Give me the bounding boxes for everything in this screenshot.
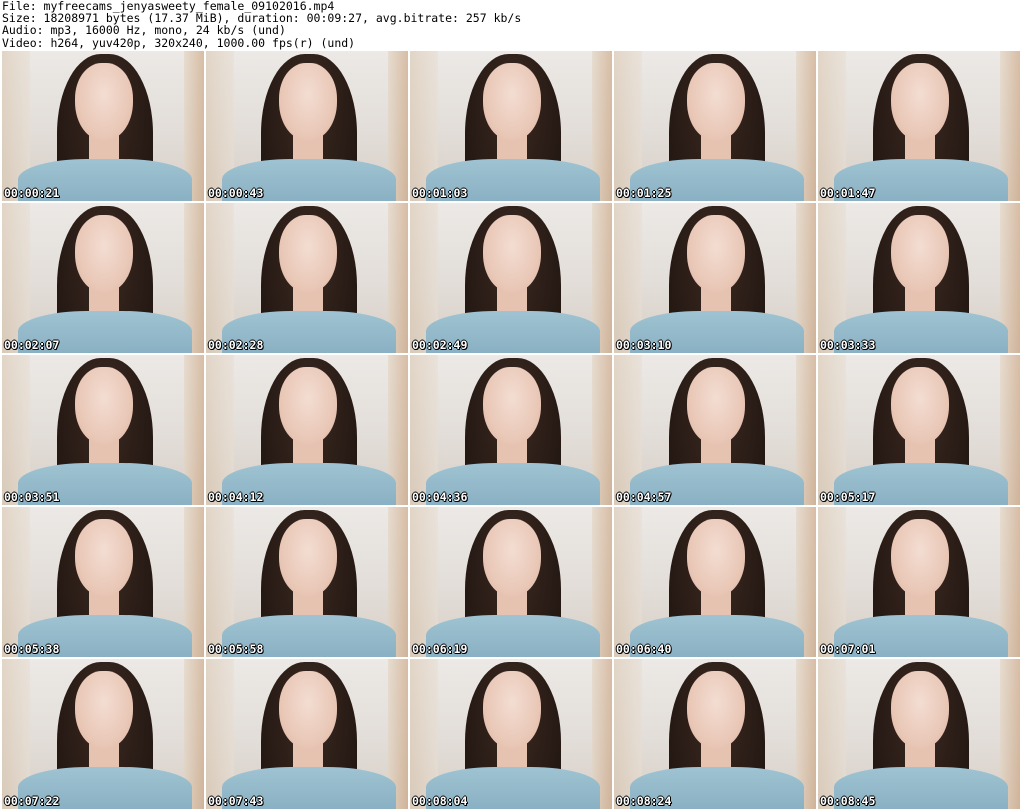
video-frame-thumbnail: 00:02:28 <box>206 203 408 353</box>
frame-timestamp: 00:02:49 <box>412 338 468 352</box>
frame-face <box>482 367 542 445</box>
video-frame-thumbnail: 00:06:19 <box>410 507 612 657</box>
video-frame-thumbnail: 00:01:03 <box>410 51 612 201</box>
video-frame-thumbnail: 00:03:51 <box>2 355 204 505</box>
video-frame-thumbnail: 00:00:21 <box>2 51 204 201</box>
video-frame-thumbnail: 00:06:40 <box>614 507 816 657</box>
video-frame-thumbnail: 00:08:24 <box>614 659 816 809</box>
frame-face <box>482 63 542 141</box>
video-frame-thumbnail: 00:05:17 <box>818 355 1020 505</box>
frame-face <box>686 367 746 445</box>
frame-face <box>686 671 746 749</box>
frame-timestamp: 00:03:33 <box>820 338 876 352</box>
frame-face <box>278 367 338 445</box>
video-frame-thumbnail: 00:04:57 <box>614 355 816 505</box>
thumbnail-grid: 00:00:21 00:00:43 00:01:03 00:01:25 00:01:47… <box>2 51 1020 809</box>
frame-timestamp: 00:01:03 <box>412 186 468 200</box>
audio-info-line: Audio: mp3, 16000 Hz, mono, 24 kb/s (und… <box>2 23 286 38</box>
video-frame-thumbnail: 00:08:45 <box>818 659 1020 809</box>
video-frame-thumbnail: 00:03:10 <box>614 203 816 353</box>
video-frame-thumbnail: 00:07:01 <box>818 507 1020 657</box>
video-frame-thumbnail: 00:07:22 <box>2 659 204 809</box>
frame-face <box>686 63 746 141</box>
frame-timestamp: 00:00:21 <box>4 186 60 200</box>
file-info-header: File: myfreecams_jenyasweety_female_0910… <box>2 0 521 49</box>
frame-face <box>278 63 338 141</box>
video-frame-thumbnail: 00:05:38 <box>2 507 204 657</box>
frame-face <box>890 63 950 141</box>
frame-timestamp: 00:07:22 <box>4 794 60 808</box>
frame-face <box>74 215 134 293</box>
frame-timestamp: 00:02:28 <box>208 338 264 352</box>
frame-timestamp: 00:08:45 <box>820 794 876 808</box>
frame-face <box>686 215 746 293</box>
frame-face <box>482 519 542 597</box>
frame-face <box>890 519 950 597</box>
frame-timestamp: 00:03:10 <box>616 338 672 352</box>
frame-timestamp: 00:02:07 <box>4 338 60 352</box>
frame-timestamp: 00:04:57 <box>616 490 672 504</box>
frame-face <box>74 671 134 749</box>
frame-face <box>74 519 134 597</box>
frame-face <box>278 215 338 293</box>
frame-timestamp: 00:05:58 <box>208 642 264 656</box>
frame-face <box>74 63 134 141</box>
video-frame-thumbnail: 00:01:25 <box>614 51 816 201</box>
frame-face <box>482 671 542 749</box>
frame-timestamp: 00:07:43 <box>208 794 264 808</box>
frame-face <box>890 367 950 445</box>
frame-timestamp: 00:03:51 <box>4 490 60 504</box>
video-frame-thumbnail: 00:02:07 <box>2 203 204 353</box>
frame-face <box>890 671 950 749</box>
frame-timestamp: 00:06:40 <box>616 642 672 656</box>
video-frame-thumbnail: 00:04:36 <box>410 355 612 505</box>
video-frame-thumbnail: 00:07:43 <box>206 659 408 809</box>
video-frame-thumbnail: 00:04:12 <box>206 355 408 505</box>
frame-timestamp: 00:08:04 <box>412 794 468 808</box>
frame-face <box>278 671 338 749</box>
video-frame-thumbnail: 00:02:49 <box>410 203 612 353</box>
video-frame-thumbnail: 00:01:47 <box>818 51 1020 201</box>
frame-timestamp: 00:01:25 <box>616 186 672 200</box>
video-frame-thumbnail: 00:05:58 <box>206 507 408 657</box>
video-info-line: Video: h264, yuv420p, 320x240, 1000.00 f… <box>2 35 356 50</box>
frame-face <box>686 519 746 597</box>
frame-timestamp: 00:04:12 <box>208 490 264 504</box>
video-frame-thumbnail: 00:08:04 <box>410 659 612 809</box>
frame-face <box>890 215 950 293</box>
frame-face <box>278 519 338 597</box>
frame-timestamp: 00:08:24 <box>616 794 672 808</box>
frame-timestamp: 00:05:17 <box>820 490 876 504</box>
video-frame-thumbnail: 00:03:33 <box>818 203 1020 353</box>
frame-face <box>74 367 134 445</box>
video-frame-thumbnail: 00:00:43 <box>206 51 408 201</box>
frame-timestamp: 00:06:19 <box>412 642 468 656</box>
frame-timestamp: 00:01:47 <box>820 186 876 200</box>
frame-timestamp: 00:05:38 <box>4 642 60 656</box>
frame-timestamp: 00:07:01 <box>820 642 876 656</box>
frame-timestamp: 00:04:36 <box>412 490 468 504</box>
frame-face <box>482 215 542 293</box>
frame-timestamp: 00:00:43 <box>208 186 264 200</box>
